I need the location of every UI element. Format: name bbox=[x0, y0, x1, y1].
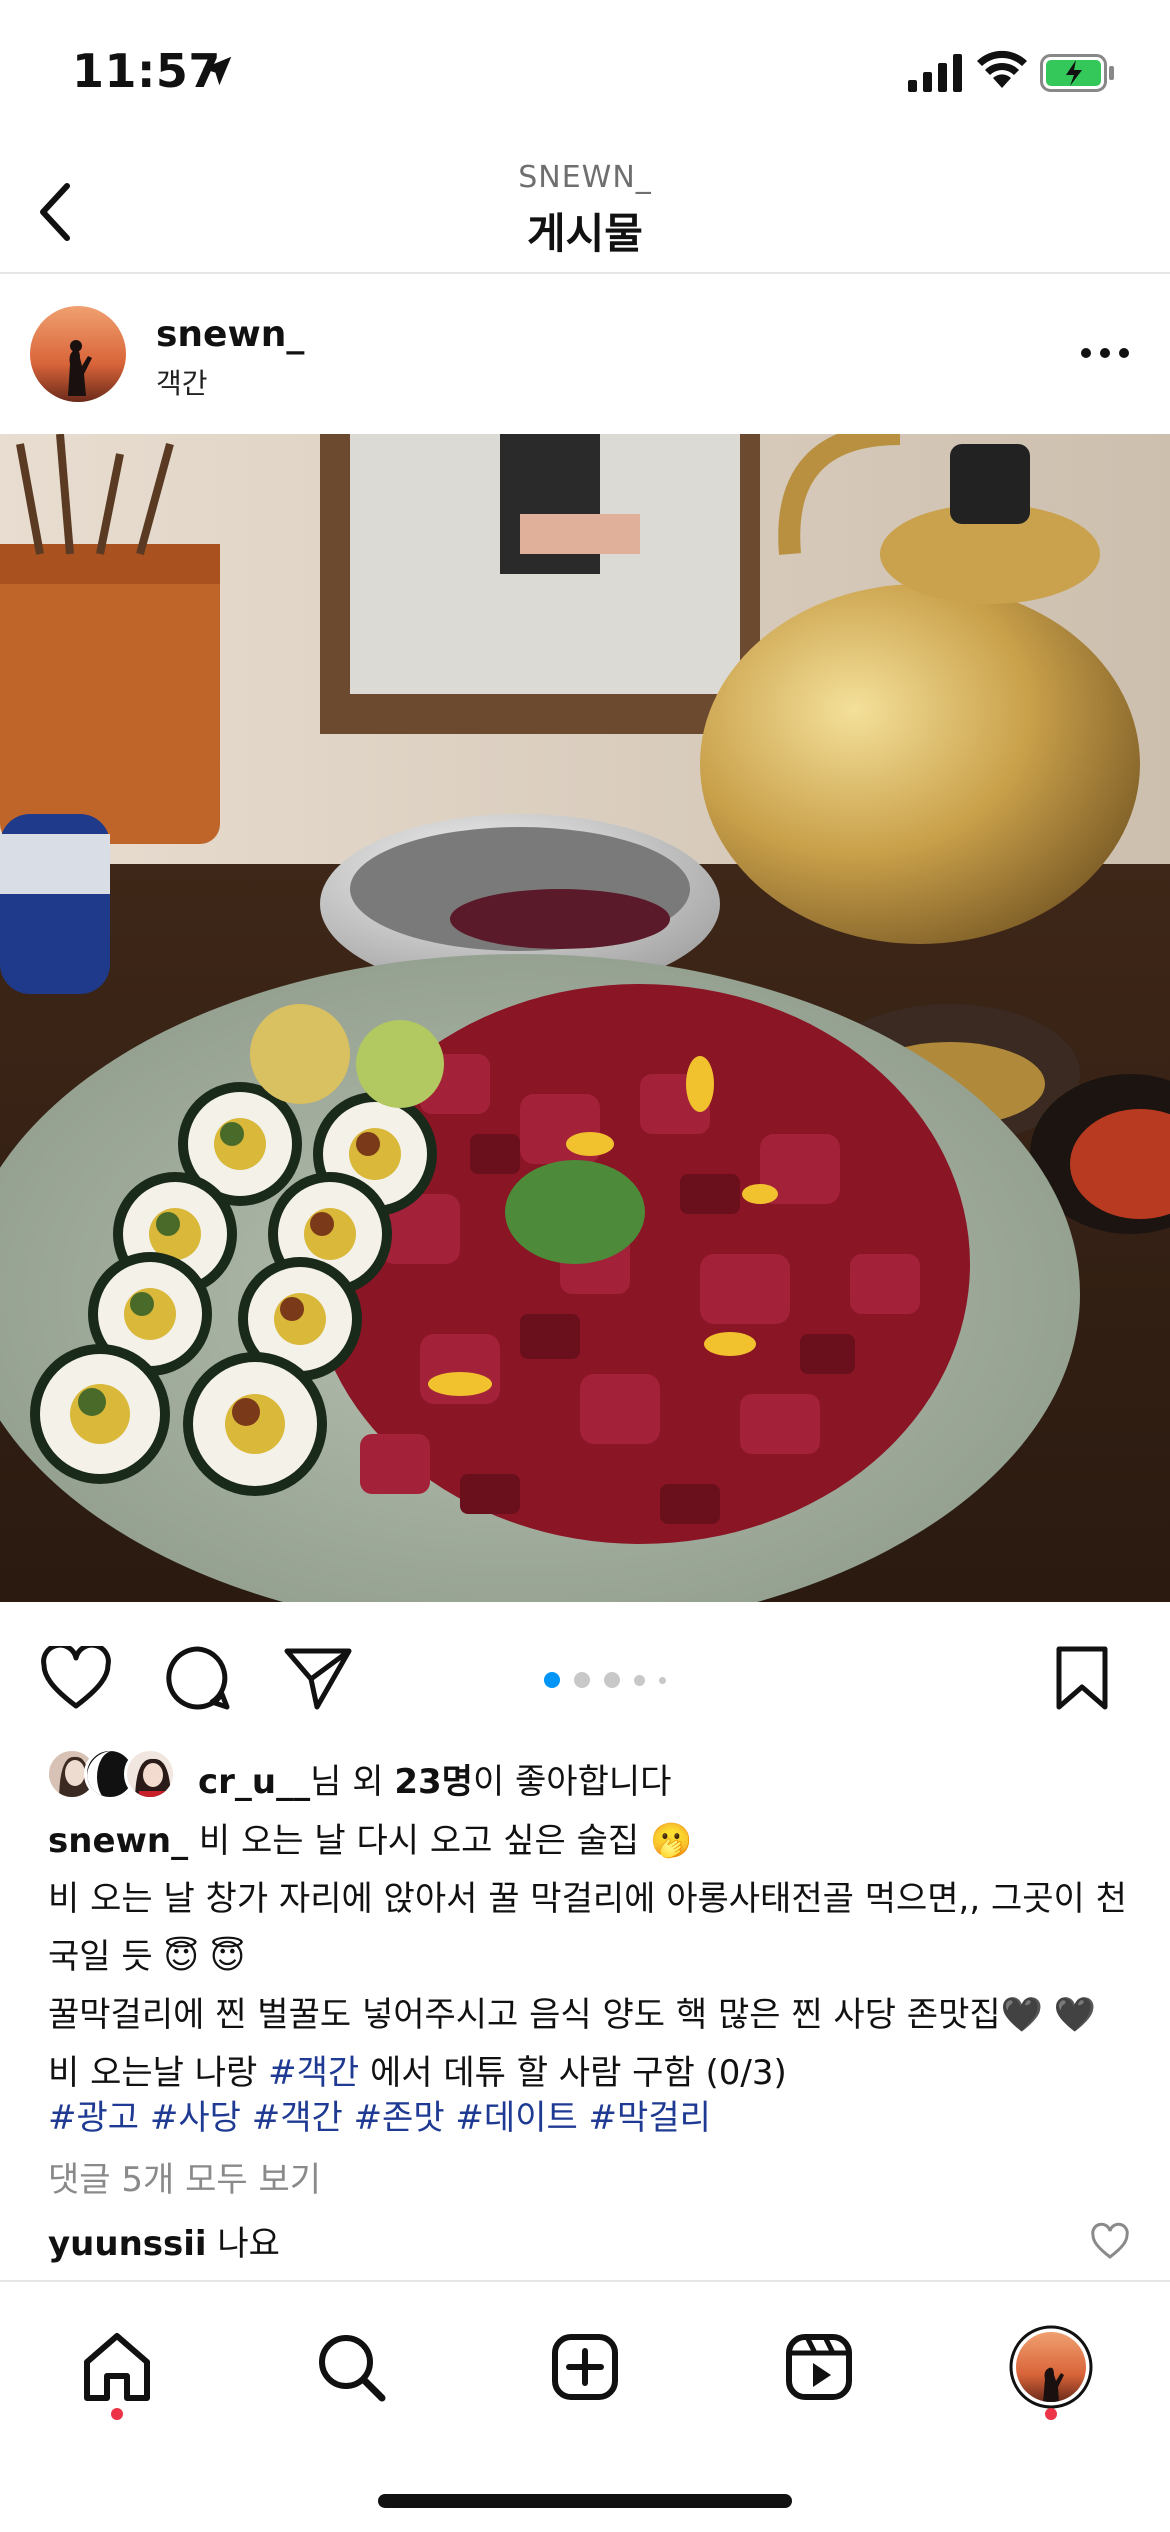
caption-emoji-2: 😇 😇 bbox=[163, 1937, 246, 1977]
view-all-comments-link[interactable]: 댓글 5개 모두 보기 bbox=[48, 2152, 321, 2201]
home-indicator bbox=[378, 2494, 792, 2508]
post-actions-row bbox=[0, 1602, 1170, 1752]
more-options-button[interactable] bbox=[1070, 328, 1140, 378]
like-button[interactable] bbox=[36, 1638, 116, 1718]
header-account-name: SNEWN_ bbox=[518, 160, 652, 195]
post-location[interactable]: 객간 bbox=[156, 362, 208, 402]
caption-line-4-pre: 비 오는날 나랑 bbox=[48, 2053, 269, 2093]
caption-line-4-post: 에서 데튜 할 사람 구함 (0/3) bbox=[359, 2053, 787, 2093]
cellular-signal-icon bbox=[908, 54, 962, 92]
post-photo[interactable] bbox=[0, 434, 1170, 1602]
comment-text: 나요 bbox=[206, 2224, 280, 2264]
likes-mid-text: 님 외 bbox=[310, 1762, 395, 1802]
caption-hashtag-link[interactable]: #객간 bbox=[268, 2053, 359, 2093]
post-username[interactable]: snewn_ bbox=[156, 314, 304, 355]
post-header-bar: SNEWN_ 게시물 bbox=[0, 150, 1170, 274]
status-bar: 11:57 bbox=[0, 0, 1170, 150]
food-photo-illustration bbox=[0, 434, 1170, 1602]
comment-username[interactable]: yuunssii bbox=[48, 2224, 207, 2264]
home-icon bbox=[84, 2333, 150, 2401]
tab-profile[interactable] bbox=[1006, 2322, 1096, 2412]
profile-notification-dot bbox=[1045, 2408, 1057, 2420]
battery-charging-icon bbox=[1040, 54, 1114, 92]
avatar bbox=[124, 1748, 176, 1800]
post-author-row: snewn_ 객간 bbox=[0, 276, 1170, 434]
likes-suffix: 이 좋아합니다 bbox=[472, 1762, 672, 1802]
location-arrow-icon bbox=[202, 56, 232, 86]
caption-line-1: 비 오는 날 다시 오고 싶은 술집 bbox=[188, 1821, 640, 1861]
bookmark-icon bbox=[1056, 1646, 1108, 1710]
profile-photo-icon bbox=[30, 306, 126, 402]
wifi-icon bbox=[977, 50, 1027, 88]
carousel-dot bbox=[659, 1676, 666, 1684]
liker-username[interactable]: cr_u__ bbox=[198, 1762, 310, 1802]
comment-preview: yuunssii 나요 bbox=[48, 2216, 1128, 2265]
page-title: 게시물 bbox=[527, 209, 643, 258]
carousel-dot-active bbox=[544, 1672, 560, 1688]
save-button[interactable] bbox=[1042, 1638, 1122, 1718]
more-horizontal-icon bbox=[1081, 348, 1129, 358]
comment-button[interactable] bbox=[158, 1638, 238, 1718]
carousel-indicator bbox=[544, 1672, 666, 1688]
share-button[interactable] bbox=[278, 1638, 358, 1718]
caption-emoji-3: 🖤 🖤 bbox=[1000, 1995, 1097, 2035]
tab-home[interactable] bbox=[72, 2322, 162, 2412]
home-notification-dot bbox=[111, 2408, 123, 2420]
reels-icon bbox=[786, 2334, 852, 2400]
likes-count[interactable]: 23명 bbox=[394, 1762, 473, 1802]
caption-line-3: 꿀막걸리에 찐 벌꿀도 넣어주시고 음식 양도 핵 많은 찐 사당 존맛집 bbox=[48, 1995, 1001, 2035]
tab-reels[interactable] bbox=[774, 2322, 864, 2412]
caption-username[interactable]: snewn_ bbox=[48, 1821, 188, 1861]
tab-create[interactable] bbox=[540, 2322, 630, 2412]
caption-emoji-1: 🫢 bbox=[649, 1821, 693, 1861]
add-post-icon bbox=[552, 2334, 618, 2400]
carousel-dot bbox=[634, 1674, 645, 1686]
comment-like-heart-icon[interactable] bbox=[1090, 2222, 1130, 2262]
likes-row[interactable]: cr_u__님 외 23명이 좋아합니다 bbox=[46, 1748, 1146, 1804]
liker-avatars bbox=[46, 1748, 186, 1804]
comment-bubble-icon bbox=[166, 1646, 230, 1710]
paper-plane-icon bbox=[284, 1648, 352, 1710]
bottom-tab-bar bbox=[0, 2280, 1170, 2532]
carousel-dot bbox=[604, 1672, 620, 1688]
carousel-dot bbox=[574, 1672, 590, 1688]
avatar[interactable] bbox=[30, 306, 126, 402]
post-caption: snewn_ 비 오는 날 다시 오고 싶은 술집 🫢 비 오는 날 창가 자리… bbox=[48, 1812, 1138, 2102]
likes-summary: cr_u__님 외 23명이 좋아합니다 bbox=[198, 1754, 671, 1803]
profile-avatar-icon bbox=[1009, 2325, 1093, 2409]
hashtags[interactable]: #광고 #사당 #객간 #존맛 #데이트 #막걸리 bbox=[48, 2090, 711, 2139]
search-icon bbox=[319, 2335, 386, 2402]
tab-search[interactable] bbox=[306, 2322, 396, 2412]
heart-icon bbox=[41, 1646, 111, 1709]
